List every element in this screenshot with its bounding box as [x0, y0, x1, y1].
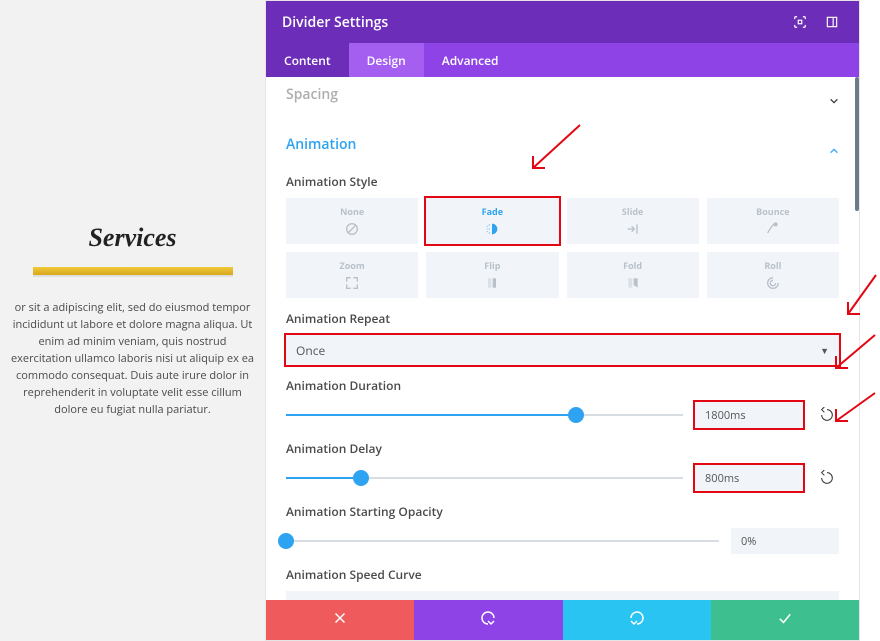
- tab-advanced[interactable]: Advanced: [424, 43, 517, 77]
- modal-body: Spacing Animation Animation Style None F…: [266, 77, 859, 600]
- value-text: 1800ms: [705, 408, 746, 423]
- chevron-up-icon: [829, 139, 839, 149]
- lorem-text: or sit a adipiscing elit, sed do eiusmod…: [10, 299, 255, 418]
- section-animation-title: Animation: [286, 135, 356, 154]
- style-fade[interactable]: Fade: [426, 198, 558, 244]
- dropdown-icon: ▼: [820, 600, 829, 601]
- speed-curve-select[interactable]: Ease-In-Out ▼: [286, 591, 839, 600]
- gold-divider: [33, 267, 233, 275]
- style-label: Slide: [622, 205, 643, 218]
- tab-design[interactable]: Design: [349, 43, 424, 77]
- delay-value[interactable]: 800ms: [695, 465, 803, 491]
- dropdown-icon: ▼: [820, 344, 829, 357]
- animation-style-grid: None Fade Slide Bounce Zoom Flip: [286, 198, 839, 298]
- none-icon: [344, 221, 360, 237]
- style-label: None: [340, 205, 364, 218]
- tabs: Content Design Advanced: [266, 43, 859, 77]
- modal-footer: [266, 600, 859, 640]
- flip-icon: [484, 275, 500, 291]
- style-label: Flip: [484, 259, 500, 272]
- bounce-icon: [765, 221, 781, 237]
- expand-icon[interactable]: [789, 11, 811, 33]
- settings-modal: Divider Settings Content Design Advanced…: [265, 0, 860, 641]
- duration-slider[interactable]: [286, 407, 683, 423]
- select-value: Once: [296, 342, 325, 359]
- label-animation-delay: Animation Delay: [286, 440, 839, 457]
- fade-icon: [484, 221, 500, 237]
- style-fold[interactable]: Fold: [567, 252, 699, 298]
- style-slide[interactable]: Slide: [567, 198, 699, 244]
- page-background: Services or sit a adipiscing elit, sed d…: [0, 0, 265, 641]
- value-text: 0%: [741, 534, 756, 549]
- section-spacing-title: Spacing: [286, 85, 338, 104]
- style-label: Roll: [764, 259, 781, 272]
- modal-title: Divider Settings: [282, 13, 388, 32]
- label-speed-curve: Animation Speed Curve: [286, 566, 839, 583]
- label-animation-repeat: Animation Repeat: [286, 310, 839, 327]
- fold-icon: [625, 275, 641, 291]
- label-starting-opacity: Animation Starting Opacity: [286, 503, 839, 520]
- tab-content[interactable]: Content: [266, 43, 349, 77]
- chevron-down-icon: [829, 89, 839, 99]
- style-bounce[interactable]: Bounce: [707, 198, 839, 244]
- check-icon: [776, 609, 794, 632]
- services-heading: Services: [88, 223, 176, 253]
- panel-icon[interactable]: [821, 11, 843, 33]
- slider-thumb[interactable]: [568, 407, 584, 423]
- opacity-value[interactable]: 0%: [731, 528, 839, 554]
- save-button[interactable]: [711, 600, 859, 640]
- style-label: Fold: [623, 259, 642, 272]
- opacity-slider[interactable]: [286, 533, 719, 549]
- undo-button[interactable]: [414, 600, 562, 640]
- slide-icon: [625, 221, 641, 237]
- delay-slider[interactable]: [286, 470, 683, 486]
- scrollbar-thumb[interactable]: [855, 77, 859, 211]
- undo-icon: [479, 609, 497, 632]
- select-value: Ease-In-Out: [296, 598, 361, 601]
- redo-icon: [628, 609, 646, 632]
- slider-thumb[interactable]: [353, 470, 369, 486]
- style-none[interactable]: None: [286, 198, 418, 244]
- cancel-button[interactable]: [266, 600, 414, 640]
- label-animation-style: Animation Style: [286, 173, 839, 190]
- highlight-box: [284, 333, 841, 367]
- style-zoom[interactable]: Zoom: [286, 252, 418, 298]
- section-animation[interactable]: Animation: [286, 127, 839, 161]
- section-spacing[interactable]: Spacing: [286, 77, 839, 111]
- close-icon: [331, 609, 349, 632]
- label-animation-duration: Animation Duration: [286, 377, 839, 394]
- redo-button[interactable]: [563, 600, 711, 640]
- value-text: 800ms: [705, 471, 739, 486]
- style-flip[interactable]: Flip: [426, 252, 558, 298]
- roll-icon: [765, 275, 781, 291]
- style-label: Bounce: [756, 205, 789, 218]
- style-label: Fade: [482, 205, 503, 218]
- animation-repeat-select[interactable]: Once ▼: [286, 335, 839, 365]
- style-label: Zoom: [340, 259, 365, 272]
- zoom-icon: [344, 275, 360, 291]
- style-roll[interactable]: Roll: [707, 252, 839, 298]
- duration-reset[interactable]: [815, 403, 839, 427]
- delay-reset[interactable]: [815, 466, 839, 490]
- slider-thumb[interactable]: [278, 533, 294, 549]
- duration-value[interactable]: 1800ms: [695, 402, 803, 428]
- modal-header[interactable]: Divider Settings: [266, 1, 859, 43]
